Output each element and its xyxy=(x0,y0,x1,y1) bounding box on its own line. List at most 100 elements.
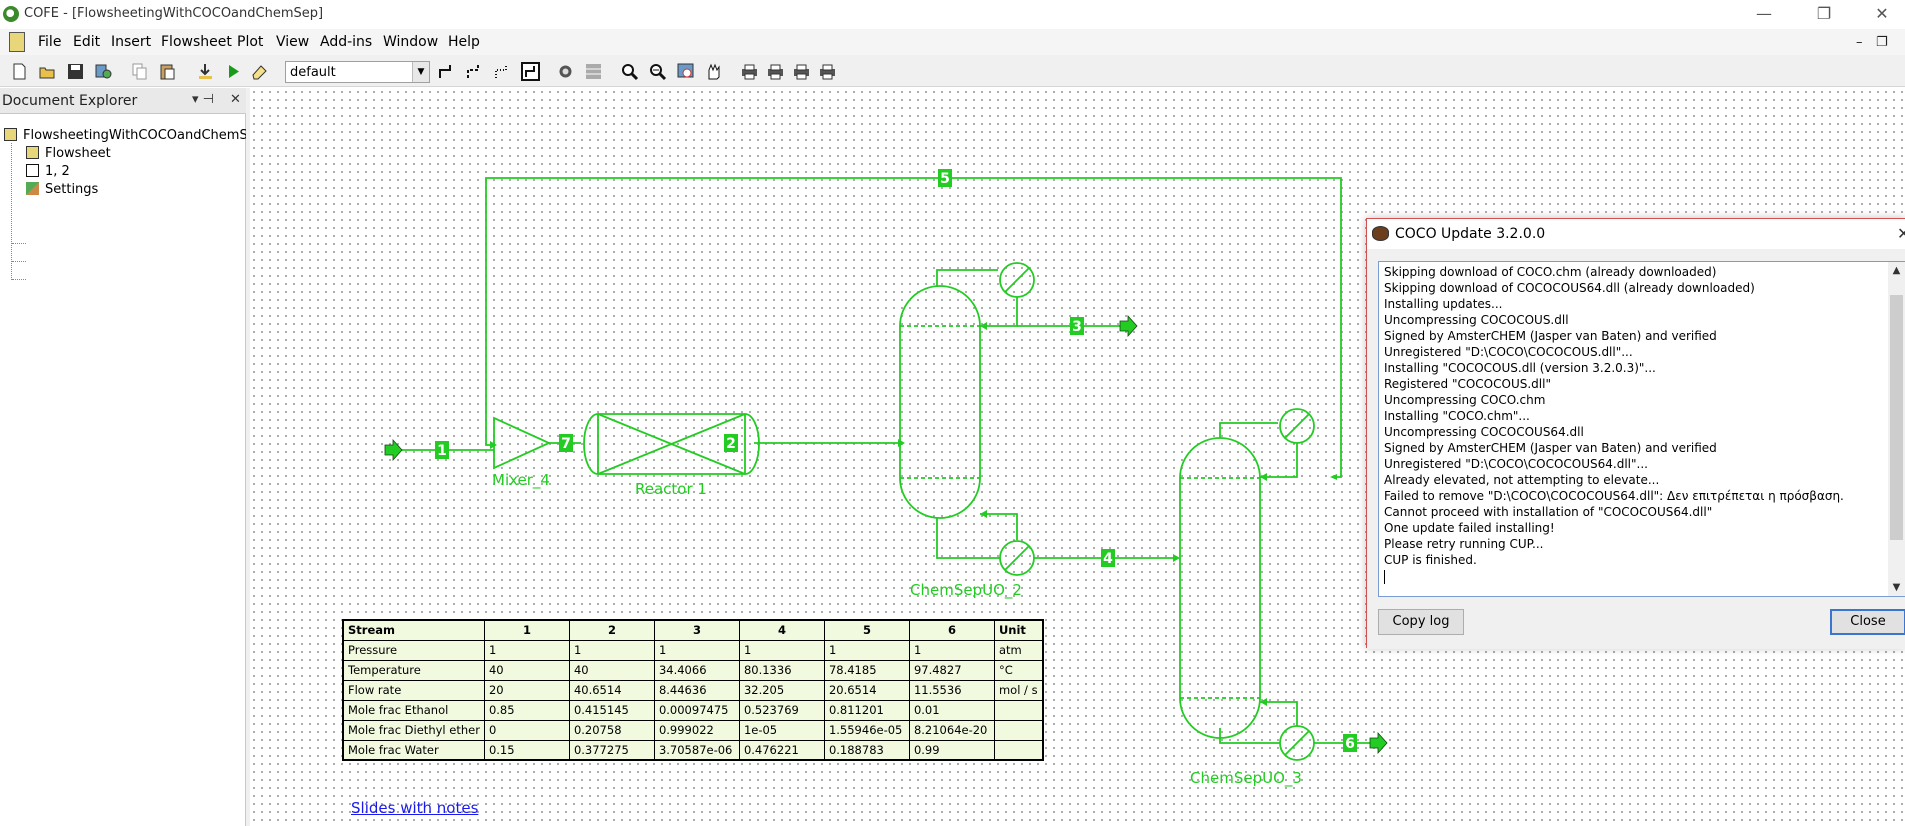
close-window-button[interactable]: ✕ xyxy=(1862,3,1902,25)
menu-help[interactable]: Help xyxy=(448,34,480,50)
close-icon[interactable]: ✕ xyxy=(230,92,241,107)
tree-item-flowsheet[interactable]: Flowsheet xyxy=(26,146,111,161)
tree-item-plot[interactable]: 1, 2 xyxy=(26,164,70,179)
print-report-icon[interactable] xyxy=(818,62,837,81)
table-cell: 34.4066 xyxy=(653,659,740,681)
table-cell: atm xyxy=(993,639,1044,661)
tree-root-label: FlowsheetingWithCOCOandChemSep xyxy=(23,128,264,143)
document-explorer-title: Document Explorer xyxy=(2,93,138,109)
zoom-fit-icon[interactable] xyxy=(676,62,695,81)
log-line: Uncompressing COCO.chm xyxy=(1384,393,1546,407)
stream-label-4: 4 xyxy=(1103,551,1113,567)
scroll-thumb[interactable] xyxy=(1890,295,1903,540)
table-cell: 40.6514 xyxy=(568,679,655,701)
minimize-button[interactable]: — xyxy=(1744,3,1784,25)
dialog-close-icon[interactable]: ✕ xyxy=(1897,224,1905,243)
pin-icon[interactable]: ▾ ⊣ xyxy=(192,92,214,107)
document-explorer-header: Document Explorer ▾ ⊣ ✕ xyxy=(0,88,246,114)
log-line: CUP is finished. xyxy=(1384,553,1477,567)
menu-file[interactable]: File xyxy=(38,34,61,50)
menu-window[interactable]: Window xyxy=(383,34,438,50)
flowsheet-icon xyxy=(26,146,39,159)
scroll-up-icon[interactable]: ▲ xyxy=(1888,262,1905,279)
zoom-in-icon[interactable] xyxy=(620,62,639,81)
log-line: Cannot proceed with installation of "COC… xyxy=(1384,505,1713,519)
table-cell: 78.4185 xyxy=(823,659,910,681)
new-icon[interactable] xyxy=(10,62,29,81)
log-line: Uncompressing COCOCOUS64.dll xyxy=(1384,425,1584,439)
document-icon xyxy=(4,128,17,141)
copy-log-button[interactable]: Copy log xyxy=(1378,609,1464,635)
table-cell: 0.476221 xyxy=(738,739,825,761)
table-cell: 1 xyxy=(653,639,740,661)
unit-op-icon[interactable] xyxy=(556,62,575,81)
update-log-textbox[interactable]: Skipping download of COCO.chm (already d… xyxy=(1378,261,1905,597)
table-row: Pressure 1 1 1 1 1 1 atm xyxy=(342,639,1044,661)
save-icon[interactable] xyxy=(66,62,85,81)
dialog-title: COCO Update 3.2.0.0 xyxy=(1395,226,1546,242)
erase-icon[interactable] xyxy=(250,62,269,81)
unit-label-mixer: Mixer_4 xyxy=(492,471,550,490)
stream-5-line xyxy=(485,177,1342,478)
run-icon[interactable] xyxy=(224,62,243,81)
log-line: Installing "COCO.chm"... xyxy=(1384,409,1530,423)
log-line: Installing "COCOCOUS.dll (version 3.2.0.… xyxy=(1384,361,1656,375)
log-line: Skipping download of COCO.chm (already d… xyxy=(1384,265,1717,279)
properties-icon[interactable] xyxy=(94,62,113,81)
scroll-down-icon[interactable]: ▼ xyxy=(1888,579,1905,596)
log-line: Installing updates... xyxy=(1384,297,1503,311)
tree-item-label: 1, 2 xyxy=(45,164,70,179)
table-cell: 11.5536 xyxy=(908,679,995,701)
slides-with-notes-link[interactable]: Slides with notes xyxy=(351,799,478,817)
print-icon[interactable] xyxy=(740,62,759,81)
log-line: Already elevated, not attempting to elev… xyxy=(1384,473,1660,487)
menu-flowsheet[interactable]: Flowsheet xyxy=(161,34,232,50)
mdi-restore-button[interactable]: ❐ xyxy=(1876,35,1888,50)
settings-icon xyxy=(26,182,39,195)
stream-info-icon[interactable] xyxy=(493,62,512,81)
dialog-body: Skipping download of COCO.chm (already d… xyxy=(1367,249,1905,649)
paste-icon[interactable] xyxy=(158,62,177,81)
menu-plot[interactable]: Plot xyxy=(237,34,263,50)
column-2-bottoms xyxy=(1219,728,1280,744)
table-header-cell: 5 xyxy=(823,619,910,641)
stream-label-2: 2 xyxy=(726,436,736,452)
log-line: Signed by AmsterCHEM (Jasper van Baten) … xyxy=(1384,441,1717,455)
menu-insert[interactable]: Insert xyxy=(111,34,151,50)
table-cell: 0.999022 xyxy=(653,719,740,741)
menu-view[interactable]: View xyxy=(276,34,309,50)
pan-hand-icon[interactable] xyxy=(704,62,723,81)
chevron-down-icon[interactable]: ▼ xyxy=(412,62,429,82)
document-icon[interactable] xyxy=(9,32,25,52)
close-button[interactable]: Close xyxy=(1830,609,1905,635)
open-icon[interactable] xyxy=(38,62,57,81)
log-scrollbar[interactable]: ▲ ▼ xyxy=(1888,262,1905,596)
print-setup-icon[interactable] xyxy=(792,62,811,81)
title-bar: COFE - [FlowsheetingWithCOCOandChemSep] … xyxy=(0,0,1905,28)
table-cell: 3.70587e-06 xyxy=(653,739,740,761)
import-icon[interactable] xyxy=(196,62,215,81)
stream-icon[interactable] xyxy=(437,62,456,81)
tree-root-document[interactable]: FlowsheetingWithCOCOandChemSep xyxy=(4,128,264,143)
zoom-out-icon[interactable] xyxy=(648,62,667,81)
tree-item-settings[interactable]: Settings xyxy=(26,182,98,197)
table-header-cell: Unit xyxy=(993,619,1044,641)
stream-frame-icon[interactable] xyxy=(521,62,540,81)
config-select-value: default xyxy=(290,65,336,80)
table-header-cell: 6 xyxy=(908,619,995,641)
mdi-minimize-button[interactable]: – xyxy=(1856,35,1863,50)
print-preview-icon[interactable] xyxy=(766,62,785,81)
stream-energy-icon[interactable] xyxy=(465,62,484,81)
table-cell: Mole frac Ethanol xyxy=(342,699,485,721)
config-select[interactable]: default ▼ xyxy=(285,61,430,83)
menu-edit[interactable]: Edit xyxy=(73,34,100,50)
grid-icon[interactable] xyxy=(584,62,603,81)
table-cell: Flow rate xyxy=(342,679,485,701)
table-row: Temperature 40 40 34.4066 80.1336 78.418… xyxy=(342,659,1044,681)
table-header-cell: 1 xyxy=(483,619,570,641)
restore-button[interactable]: ❐ xyxy=(1804,3,1844,25)
table-cell: °C xyxy=(993,659,1044,681)
product-arrow-icon xyxy=(1369,731,1388,755)
menu-add-ins[interactable]: Add-ins xyxy=(320,34,372,50)
copy-icon[interactable] xyxy=(130,62,149,81)
